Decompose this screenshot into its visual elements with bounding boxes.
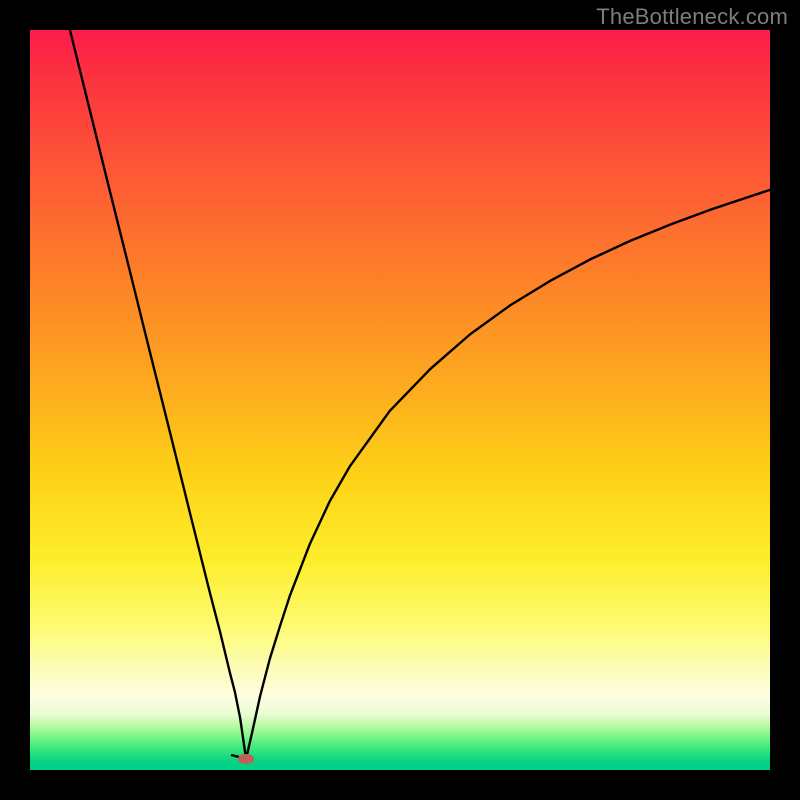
bottleneck-curve	[70, 30, 770, 759]
plot-area	[30, 30, 770, 770]
minimum-marker	[238, 754, 254, 764]
chart-frame: TheBottleneck.com	[0, 0, 800, 800]
watermark-text: TheBottleneck.com	[596, 4, 788, 30]
curve-svg	[30, 30, 770, 770]
